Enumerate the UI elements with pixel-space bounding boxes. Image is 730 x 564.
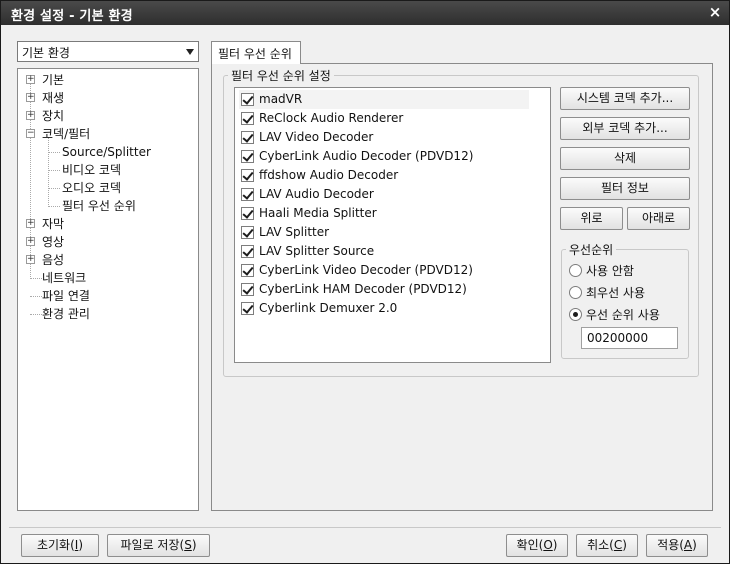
radio-top-priority[interactable] xyxy=(569,286,582,299)
collapse-icon[interactable]: − xyxy=(26,129,35,138)
expand-icon[interactable]: + xyxy=(26,93,35,102)
priority-group-title: 우선순위 xyxy=(566,241,617,258)
radio-use-priority[interactable] xyxy=(569,308,582,321)
tree-item-network[interactable]: 네트워크 xyxy=(42,269,86,287)
list-item[interactable]: ffdshow Audio Decoder xyxy=(239,166,529,185)
preset-value: 기본 환경 xyxy=(22,46,70,60)
tree-line xyxy=(48,170,60,171)
group-title: 필터 우선 순위 설정 xyxy=(228,67,334,84)
tree-item-preference-management[interactable]: 환경 관리 xyxy=(42,305,90,323)
move-up-button[interactable]: 위로 xyxy=(560,207,623,230)
list-item[interactable]: CyberLink HAM Decoder (PDVD12) xyxy=(239,280,529,299)
checkbox[interactable] xyxy=(241,188,254,201)
radio-use-priority-label: 우선 순위 사용 xyxy=(586,308,660,322)
preferences-window: 환경 설정 - 기본 환경 × 기본 환경 + 기본 + 재생 + 장치 − 코… xyxy=(0,0,730,564)
expand-icon[interactable]: + xyxy=(26,111,35,120)
tree-line xyxy=(48,206,60,207)
expand-icon[interactable]: + xyxy=(26,255,35,264)
list-item[interactable]: CyberLink Video Decoder (PDVD12) xyxy=(239,261,529,280)
title-bar[interactable]: 환경 설정 - 기본 환경 × xyxy=(1,1,729,25)
reset-button[interactable]: 초기화(I) xyxy=(21,534,99,557)
settings-tree[interactable]: + 기본 + 재생 + 장치 − 코덱/필터 Source/Splitter 비… xyxy=(17,68,199,511)
expand-icon[interactable]: + xyxy=(26,237,35,246)
ok-button[interactable]: 확인(O) xyxy=(506,534,568,557)
checkbox[interactable] xyxy=(241,226,254,239)
filter-info-button[interactable]: 필터 정보 xyxy=(560,177,690,200)
chevron-down-icon xyxy=(186,49,194,55)
add-system-codec-button[interactable]: 시스템 코덱 추가... xyxy=(560,87,690,110)
checkbox[interactable] xyxy=(241,302,254,315)
window-title: 환경 설정 - 기본 환경 xyxy=(11,9,133,24)
checkbox[interactable] xyxy=(241,150,254,163)
priority-value-input[interactable]: 00200000 xyxy=(581,327,678,349)
list-item[interactable]: ReClock Audio Renderer xyxy=(239,109,529,128)
tree-item-file-association[interactable]: 파일 연결 xyxy=(42,287,90,305)
apply-button[interactable]: 적용(A) xyxy=(646,534,708,557)
cancel-button[interactable]: 취소(C) xyxy=(576,534,638,557)
checkbox[interactable] xyxy=(241,245,254,258)
checkbox[interactable] xyxy=(241,283,254,296)
tree-item-video-codec[interactable]: 비디오 코덱 xyxy=(62,161,121,179)
tree-line xyxy=(48,152,60,153)
preset-dropdown[interactable]: 기본 환경 xyxy=(17,41,199,62)
tree-line xyxy=(48,137,49,205)
checkbox[interactable] xyxy=(241,207,254,220)
tree-line xyxy=(30,296,42,297)
checkbox[interactable] xyxy=(241,131,254,144)
footer-divider xyxy=(9,527,721,528)
list-item[interactable]: LAV Splitter xyxy=(239,223,529,242)
checkbox[interactable] xyxy=(241,112,254,125)
list-item[interactable]: Cyberlink Demuxer 2.0 xyxy=(239,299,529,318)
tree-item-filter-priority[interactable]: 필터 우선 순위 xyxy=(62,197,136,215)
list-item[interactable]: madVR xyxy=(239,90,529,109)
filter-list[interactable]: madVR ReClock Audio Renderer LAV Video D… xyxy=(234,87,551,363)
list-item[interactable]: LAV Splitter Source xyxy=(239,242,529,261)
checkbox[interactable] xyxy=(241,264,254,277)
radio-disabled-label: 사용 안함 xyxy=(586,264,634,278)
tree-item-audio-codec[interactable]: 오디오 코덱 xyxy=(62,179,121,197)
list-item[interactable]: Haali Media Splitter xyxy=(239,204,529,223)
close-icon[interactable]: × xyxy=(707,4,723,20)
move-down-button[interactable]: 아래로 xyxy=(627,207,690,230)
delete-button[interactable]: 삭제 xyxy=(560,147,690,170)
tree-line xyxy=(48,188,60,189)
list-item[interactable]: LAV Video Decoder xyxy=(239,128,529,147)
expand-icon[interactable]: + xyxy=(26,75,35,84)
checkbox[interactable] xyxy=(241,169,254,182)
radio-top-priority-label: 최우선 사용 xyxy=(586,286,646,300)
tree-item-source-splitter[interactable]: Source/Splitter xyxy=(62,143,151,161)
tree-line xyxy=(30,314,42,315)
list-item[interactable]: CyberLink Audio Decoder (PDVD12) xyxy=(239,147,529,166)
tree-line xyxy=(30,278,42,279)
tab-filter-priority[interactable]: 필터 우선 순위 xyxy=(211,41,301,64)
list-item[interactable]: LAV Audio Decoder xyxy=(239,185,529,204)
save-to-file-button[interactable]: 파일로 저장(S) xyxy=(107,534,210,557)
checkbox[interactable] xyxy=(241,93,254,106)
radio-disabled[interactable] xyxy=(569,264,582,277)
add-external-codec-button[interactable]: 외부 코덱 추가... xyxy=(560,117,690,140)
expand-icon[interactable]: + xyxy=(26,219,35,228)
